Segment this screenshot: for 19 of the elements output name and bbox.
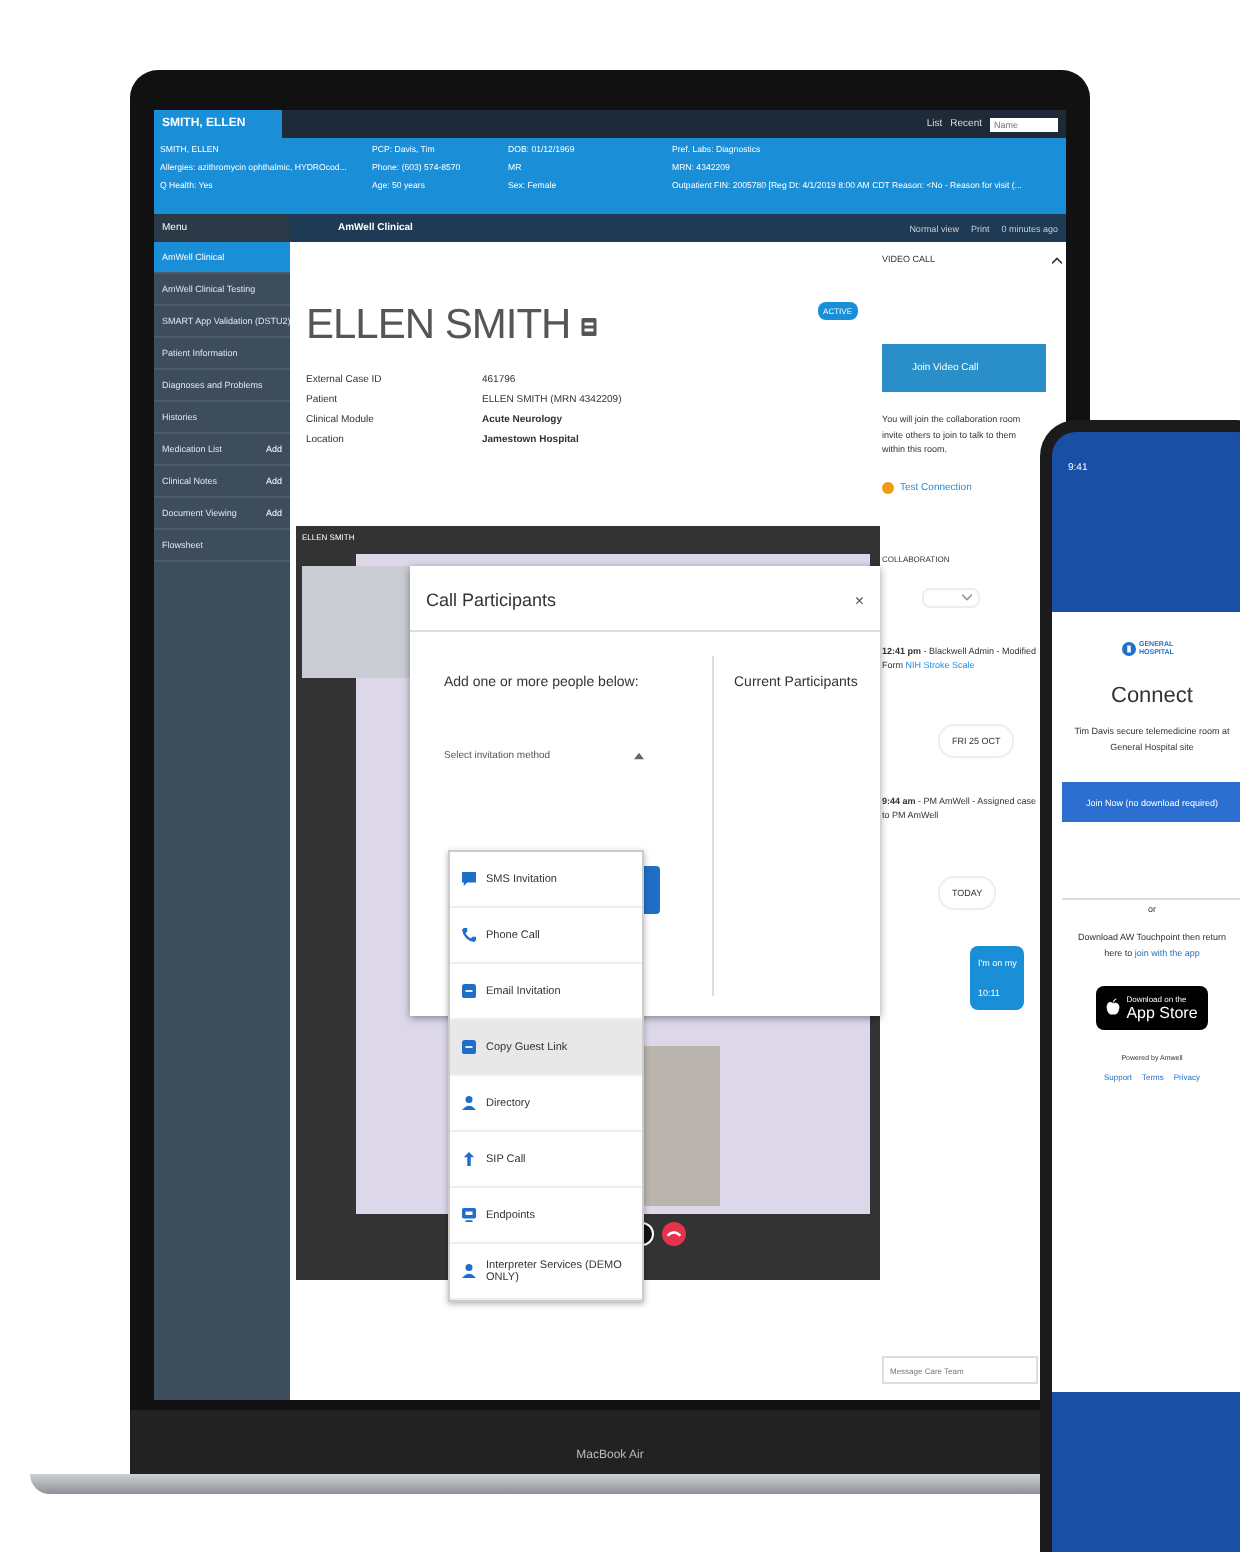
chat-bubble-icon xyxy=(462,872,476,886)
collapse-chevron-icon[interactable] xyxy=(1052,255,1062,263)
person-icon xyxy=(462,1264,476,1278)
close-button[interactable]: × xyxy=(854,591,864,609)
end-call-button[interactable] xyxy=(662,1222,686,1246)
monitor-icon xyxy=(462,1208,476,1222)
person-icon xyxy=(462,1096,476,1110)
hospital-logo-icon xyxy=(1121,641,1135,655)
card-icon xyxy=(462,1040,476,1054)
dialog-title: Call Participants xyxy=(426,590,557,610)
patient-name: ELLEN SMITH xyxy=(306,302,571,350)
hang-up-icon xyxy=(666,1226,682,1242)
connect-title: Connect xyxy=(1111,684,1193,708)
chevron-icon xyxy=(962,593,972,602)
photo-placeholder xyxy=(302,566,410,678)
id-card-icon xyxy=(580,315,599,337)
phone-icon xyxy=(462,928,476,942)
caret-icon xyxy=(634,752,644,760)
card-icon xyxy=(462,984,476,998)
